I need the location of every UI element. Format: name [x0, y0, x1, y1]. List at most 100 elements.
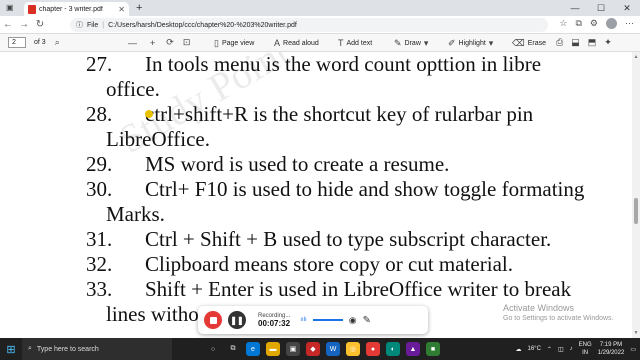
refresh-icon[interactable]: ↻: [32, 19, 48, 30]
highlight-button[interactable]: Highlight: [459, 40, 486, 47]
activate-title: Activate Windows: [503, 303, 575, 313]
word-icon[interactable]: W: [326, 342, 340, 356]
save-as-icon[interactable]: ⬒: [588, 37, 597, 48]
scrollbar[interactable]: ▲ ▼: [632, 52, 640, 338]
rotate-icon[interactable]: ⟳: [166, 37, 174, 48]
recording-time: 00:07:32: [258, 318, 291, 328]
tab-active[interactable]: chapter - 3 writer.pdf ✕: [24, 2, 129, 16]
file-label: File: [87, 21, 99, 29]
line-text: lines witho: [106, 302, 199, 326]
taskbar-search[interactable]: ⌕ Type here to search: [22, 338, 172, 360]
pointer-highlight: [145, 110, 153, 118]
line-number: 31.: [86, 227, 113, 251]
favorite-icon[interactable]: ☆: [559, 18, 567, 29]
volume-slider[interactable]: [312, 319, 343, 321]
erase-icon: ⌫: [512, 38, 525, 48]
forward-icon[interactable]: →: [16, 19, 32, 30]
search-placeholder: Type here to search: [36, 345, 99, 353]
chevron-down-icon[interactable]: ▾: [489, 38, 494, 49]
new-tab-button[interactable]: +: [136, 2, 142, 14]
chevron-down-icon[interactable]: ▾: [424, 38, 429, 49]
pdf-toolbar: 2 of 3 ⌕ — + ⟳ ⊡ ▯ Page view A Read alou…: [0, 34, 640, 52]
scroll-down-icon[interactable]: ▼: [632, 330, 640, 336]
pen-icon[interactable]: ✎: [363, 315, 371, 326]
pause-icon: ❚❚: [230, 315, 244, 325]
webcam-icon[interactable]: ◉: [349, 315, 357, 326]
more-menu-icon[interactable]: ⋯: [625, 18, 634, 29]
clock[interactable]: 7:19 PM 1/29/2022: [598, 341, 625, 357]
fit-page-icon[interactable]: ⊡: [183, 37, 191, 48]
store-icon[interactable]: ▣: [286, 342, 300, 356]
file-explorer-icon[interactable]: ▬: [266, 342, 280, 356]
line-text: office.: [106, 77, 160, 101]
app-green-icon[interactable]: ◐: [386, 342, 400, 356]
recording-info: Recording... 00:07:32: [258, 313, 290, 328]
line-text: Ctrl + Shift + B used to type subscript …: [145, 227, 552, 251]
weather-icon[interactable]: ☁: [516, 346, 522, 353]
url-bar[interactable]: ⓘ File | C:/Users/harsh/Desktop/ccc/chap…: [70, 18, 548, 32]
minimize-button[interactable]: —: [562, 0, 588, 16]
taskbar: ⊞ ⌕ Type here to search ○ ⧉ e ▬ ▣ ◆ W ◎ …: [0, 338, 640, 360]
maximize-button[interactable]: ☐: [588, 0, 614, 16]
app-red-icon[interactable]: ◆: [306, 342, 320, 356]
draw-icon: ✎: [394, 38, 402, 48]
zoom-out-button[interactable]: —: [128, 38, 137, 48]
line-text: Clipboard means store copy or cut materi…: [145, 252, 513, 276]
extensions-icon[interactable]: ⚙: [590, 18, 598, 29]
scroll-up-icon[interactable]: ▲: [632, 54, 640, 60]
tab-strip: ▣ chapter - 3 writer.pdf ✕ + — ☐ ✕: [0, 0, 640, 16]
activate-subtitle: Go to Settings to activate Windows.: [503, 315, 614, 322]
url-text: C:/Users/harsh/Desktop/ccc/chapter%20-%2…: [108, 21, 297, 29]
info-icon[interactable]: ⓘ: [76, 20, 83, 30]
close-window-button[interactable]: ✕: [614, 0, 640, 16]
stop-recording-button[interactable]: [204, 311, 222, 329]
zoom-in-button[interactable]: +: [150, 38, 155, 48]
print-icon[interactable]: ⎙: [556, 37, 563, 48]
chrome-icon[interactable]: ◎: [346, 342, 360, 356]
draw-button[interactable]: Draw: [405, 40, 421, 47]
recorder-app-icon[interactable]: ●: [366, 342, 380, 356]
tray-overflow-icon[interactable]: ⌃: [547, 346, 552, 353]
app-purple-icon[interactable]: ▲: [406, 342, 420, 356]
erase-button[interactable]: Erase: [528, 40, 546, 47]
page-view-button[interactable]: Page view: [222, 40, 254, 47]
line-text: MS word is used to create a resume.: [145, 152, 450, 176]
cortana-icon[interactable]: ○: [206, 342, 220, 356]
pdf-page: Study Point 27. In tools menu is the word…: [0, 52, 632, 338]
collections-icon[interactable]: ⧉: [575, 18, 581, 29]
line-number: 27.: [86, 52, 113, 76]
stop-icon: [209, 316, 217, 324]
edge-icon[interactable]: e: [246, 342, 260, 356]
read-aloud-button[interactable]: Read aloud: [283, 40, 319, 47]
windows-start-icon[interactable]: ⊞: [0, 343, 22, 356]
line-number: 30.: [86, 177, 113, 201]
clock-date: 1/29/2022: [597, 350, 625, 356]
line-text: LibreOffice.: [106, 127, 210, 151]
save-icon[interactable]: ⬓: [571, 37, 580, 48]
tab-actions-icon[interactable]: ▣: [6, 3, 14, 12]
line-number: 29.: [86, 152, 113, 176]
clock-time: 7:19 PM: [599, 342, 623, 348]
add-text-button[interactable]: Add text: [347, 40, 373, 47]
line-number: 28.: [86, 102, 113, 126]
tab-close-icon[interactable]: ✕: [118, 5, 125, 14]
taskbar-apps: ○ ⧉ e ▬ ▣ ◆ W ◎ ● ◐ ▲ ■: [206, 342, 440, 356]
language-indicator[interactable]: ENG IN: [579, 341, 592, 357]
recording-widget: ❚❚ Recording... 00:07:32 ıılı ◉ ✎: [198, 306, 428, 334]
volume-icon[interactable]: ♪: [570, 346, 573, 352]
audio-level-icon: ıılı: [300, 317, 307, 323]
scroll-thumb[interactable]: [634, 198, 638, 224]
pdf-file-icon: [28, 4, 36, 14]
network-icon[interactable]: ◫: [558, 346, 564, 353]
line-text: ctrl+shift+R is the shortcut key of rula…: [145, 102, 534, 126]
task-view-icon[interactable]: ⧉: [226, 342, 240, 356]
avatar[interactable]: [606, 18, 617, 29]
search-icon[interactable]: ⌕: [55, 37, 60, 48]
pin-icon[interactable]: ✦: [604, 37, 612, 48]
app-darkgreen-icon[interactable]: ■: [426, 342, 440, 356]
notifications-icon[interactable]: ▭: [630, 346, 636, 353]
page-number-input[interactable]: 2: [8, 37, 26, 48]
weather-temp[interactable]: 16°C: [528, 346, 541, 352]
pause-recording-button[interactable]: ❚❚: [228, 311, 246, 329]
back-icon[interactable]: ←: [0, 19, 16, 30]
